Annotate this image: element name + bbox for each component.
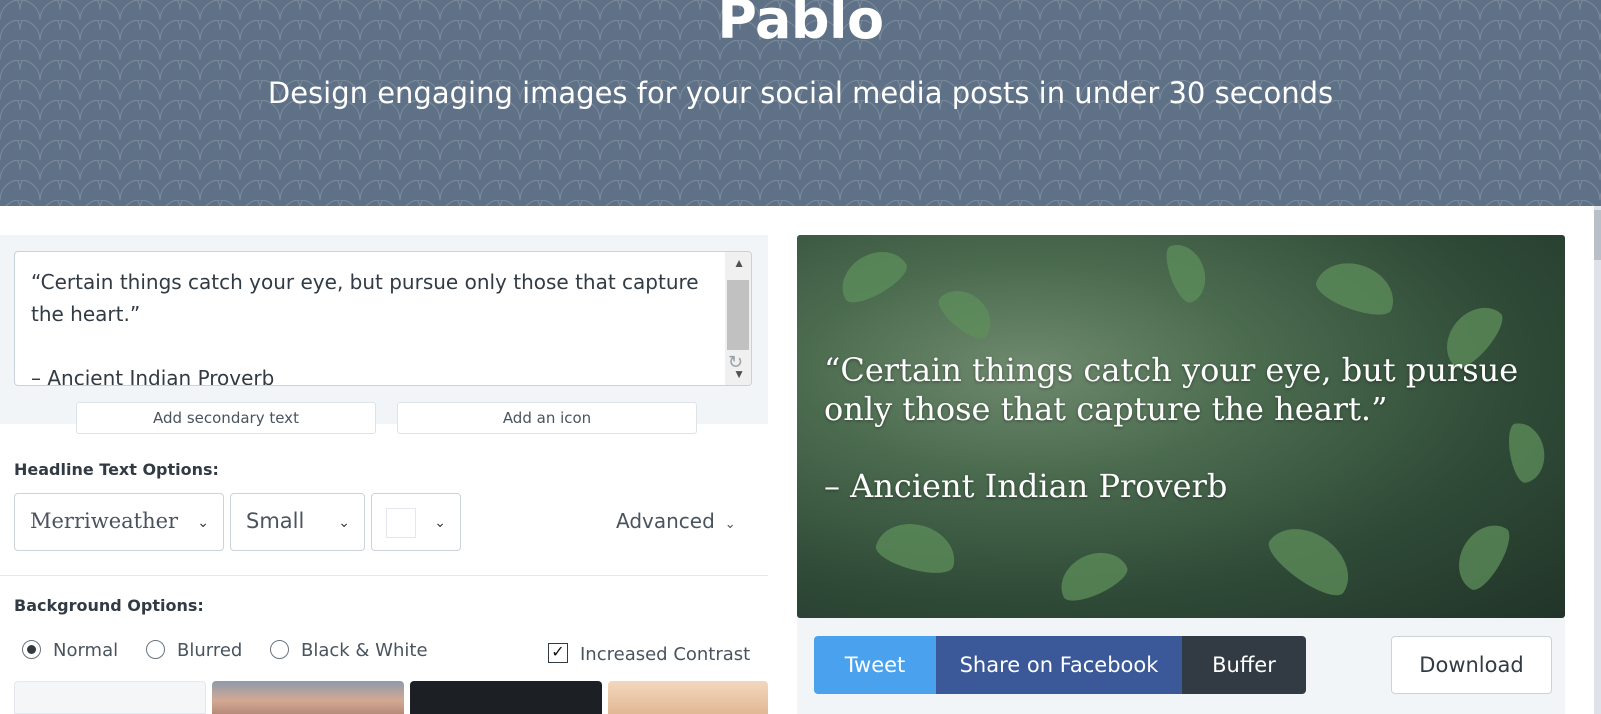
font-select[interactable]: Merriweather ⌄ <box>14 493 224 551</box>
size-select[interactable]: Small ⌄ <box>230 493 365 551</box>
headline-options-label: Headline Text Options: <box>14 460 219 479</box>
radio-normal-label[interactable]: Normal <box>53 640 118 661</box>
buffer-button[interactable]: Buffer <box>1182 636 1306 694</box>
download-button[interactable]: Download <box>1391 636 1552 694</box>
preview-leaf <box>1447 514 1517 596</box>
background-thumbnail[interactable] <box>410 681 602 714</box>
hero-header: Pablo Design engaging images for your so… <box>0 0 1601 206</box>
chevron-down-icon: ⌄ <box>197 514 209 530</box>
preview-leaf <box>831 240 913 310</box>
preview-leaf <box>1311 252 1403 323</box>
app-title: Pablo <box>717 0 884 51</box>
quote-text[interactable]: “Certain things catch your eye, but purs… <box>31 266 701 385</box>
page-scrollbar-thumb[interactable] <box>1594 210 1601 260</box>
divider <box>0 575 768 576</box>
preview-leaf <box>1051 542 1133 608</box>
share-facebook-button[interactable]: Share on Facebook <box>936 636 1182 694</box>
color-swatch <box>386 508 416 538</box>
preview-leaf <box>872 515 962 580</box>
radio-blurred-label[interactable]: Blurred <box>177 640 242 661</box>
preview-quote: “Certain things catch your eye, but purs… <box>824 351 1519 428</box>
app-subtitle: Design engaging images for your social m… <box>267 76 1334 110</box>
image-preview: “Certain things catch your eye, but purs… <box>797 235 1565 618</box>
advanced-label: Advanced <box>616 509 715 533</box>
radio-black-white[interactable] <box>270 640 289 659</box>
color-select[interactable]: ⌄ <box>371 493 461 551</box>
chevron-down-icon: ⌄ <box>724 517 736 532</box>
radio-normal[interactable] <box>22 640 41 659</box>
increased-contrast-label[interactable]: Increased Contrast <box>580 644 750 665</box>
chevron-down-icon: ⌄ <box>338 514 350 530</box>
tweet-button[interactable]: Tweet <box>814 636 936 694</box>
textarea-scroll-thumb[interactable] <box>727 280 749 350</box>
background-thumbnail[interactable] <box>608 681 768 714</box>
preview-leaf <box>932 279 1002 346</box>
background-options-label: Background Options: <box>14 596 204 615</box>
chevron-down-icon: ⌄ <box>434 514 446 530</box>
quote-textarea[interactable]: “Certain things catch your eye, but purs… <box>14 251 752 386</box>
radio-blurred[interactable] <box>146 640 165 659</box>
preview-author: – Ancient Indian Proverb <box>824 467 1228 505</box>
scroll-up-icon[interactable]: ▲ <box>733 256 745 270</box>
advanced-toggle[interactable]: Advanced ⌄ <box>616 509 736 533</box>
background-thumbnail[interactable] <box>212 681 404 714</box>
increased-contrast-checkbox[interactable]: ✓ <box>548 643 568 663</box>
font-select-value: Merriweather <box>30 509 179 533</box>
preview-leaf <box>1505 419 1549 485</box>
add-secondary-text-button[interactable]: Add secondary text <box>76 402 376 434</box>
radio-black-white-label[interactable]: Black & White <box>301 640 428 661</box>
add-icon-button[interactable]: Add an icon <box>397 402 697 434</box>
size-select-value: Small <box>246 509 305 533</box>
background-thumbnail[interactable] <box>14 681 206 714</box>
preview-leaf <box>1160 237 1214 307</box>
page-scrollbar[interactable] <box>1594 206 1601 714</box>
preview-leaf <box>1261 513 1363 605</box>
refresh-icon[interactable]: ↻ <box>728 352 743 373</box>
